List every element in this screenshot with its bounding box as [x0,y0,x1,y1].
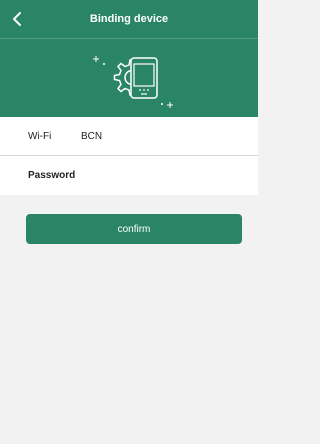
top-bar: Binding device [0,0,258,39]
page-title: Binding device [89,13,169,25]
password-label: Password [28,169,76,181]
confirm-button[interactable]: confirm [26,214,242,244]
phone-gear-icon [93,56,173,108]
password-row[interactable]: Password [0,156,258,194]
wifi-form: Wi-Fi BCN Password [0,117,258,195]
wifi-row[interactable]: Wi-Fi BCN [0,117,258,156]
wifi-ssid-value[interactable]: BCN [81,131,102,142]
wifi-label: Wi-Fi [28,130,52,142]
header: Binding device [0,0,258,117]
